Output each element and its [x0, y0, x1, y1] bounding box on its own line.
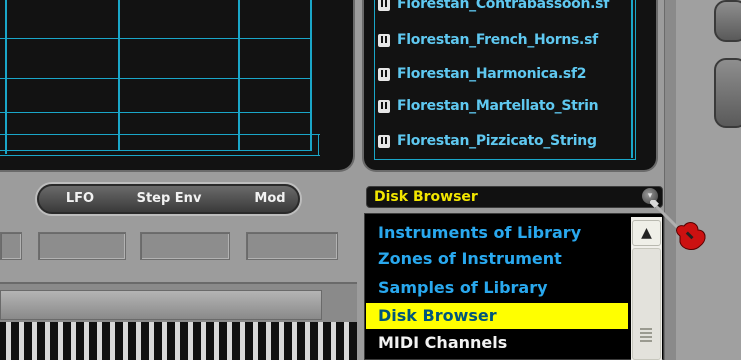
side-button-middle[interactable] [714, 58, 741, 128]
file-list-scroll-track[interactable] [631, 0, 633, 158]
sf2-file-icon [378, 67, 390, 81]
option-samples-of-library[interactable]: Samples of Library [366, 275, 628, 301]
option-zones-of-instrument[interactable]: Zones of Instrument [366, 246, 628, 272]
file-item-label: Florestan_Pizzicato_String [397, 133, 597, 149]
parameter-slot [140, 232, 230, 260]
file-item[interactable]: Florestan_Contrabassoon.sf [378, 0, 626, 16]
file-item[interactable]: Florestan_French_Horns.sf [378, 28, 626, 52]
file-item-label: Florestan_French_Horns.sf [397, 32, 598, 48]
file-item-label: Florestan_Martellato_Strin [397, 98, 599, 114]
keyboard-top-strip [0, 290, 322, 320]
scrollbar-thumb[interactable] [632, 248, 661, 360]
right-divider [664, 0, 676, 360]
right-panel-strip [676, 0, 741, 360]
file-item[interactable]: Florestan_Pizzicato_String [378, 129, 626, 153]
parameter-slot [246, 232, 338, 260]
parameter-slot [38, 232, 126, 260]
file-item[interactable]: Florestan_Harmonica.sf2 [378, 62, 626, 86]
tab-step-env[interactable]: Step Env [124, 186, 214, 212]
option-midi-channels[interactable]: MIDI Channels [366, 330, 628, 356]
option-instruments-of-library[interactable]: Instruments of Library [366, 220, 628, 246]
option-disk-browser[interactable]: Disk Browser [366, 303, 628, 329]
tab-lfo[interactable]: LFO [50, 186, 110, 212]
piano-keyboard[interactable] [0, 322, 357, 360]
guitar-cursor-icon [650, 200, 706, 250]
sf2-file-icon [378, 0, 390, 11]
file-item-label: Florestan_Harmonica.sf2 [397, 66, 587, 82]
tab-mod[interactable]: Mod [240, 186, 300, 212]
scroll-grip-icon [640, 328, 652, 342]
sf2-file-icon [378, 33, 390, 47]
sf2-file-icon [378, 99, 390, 113]
sf2-file-icon [378, 134, 390, 148]
parameter-slot [0, 232, 22, 260]
side-button-top[interactable] [714, 0, 741, 42]
envelope-grid-display [0, 0, 355, 172]
file-item[interactable]: Florestan_Martellato_Strin [378, 94, 626, 118]
browser-mode-label: Disk Browser [374, 189, 478, 205]
file-item-label: Florestan_Contrabassoon.sf [397, 0, 610, 12]
